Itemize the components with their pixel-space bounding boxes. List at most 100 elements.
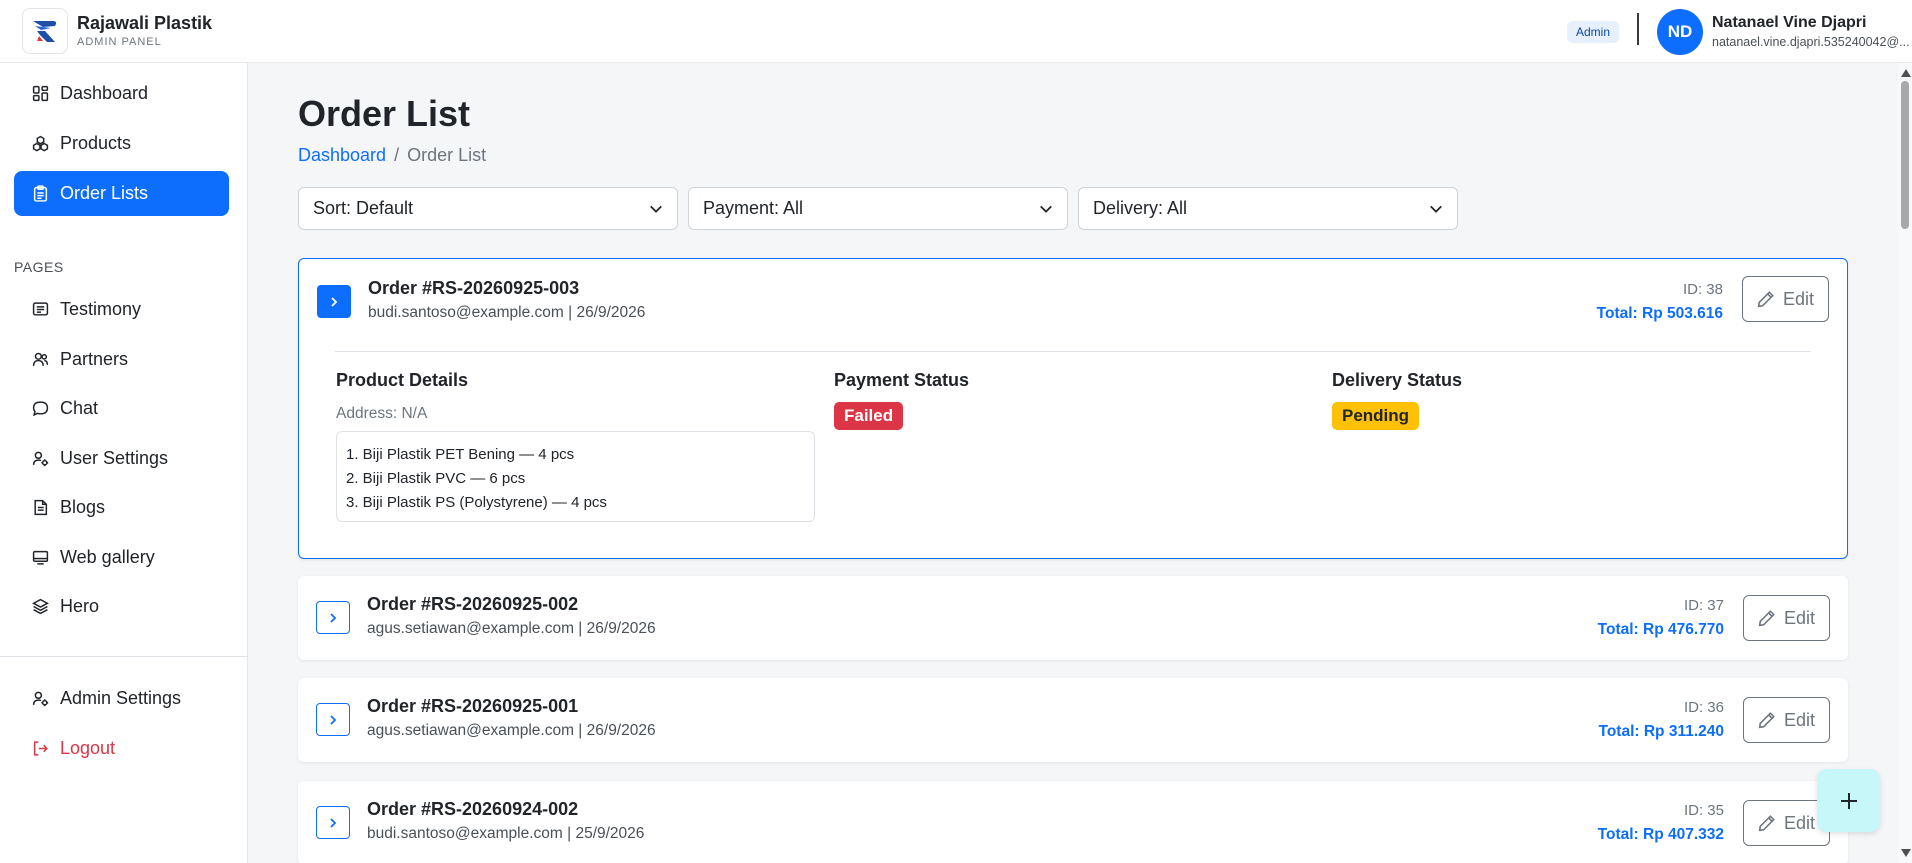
sidebar-item-label: Admin Settings <box>60 688 182 708</box>
order-total: Total: Rp 503.616 <box>1596 305 1723 322</box>
plus-icon <box>1840 792 1857 809</box>
chevron-right-icon <box>330 612 337 623</box>
list-item: 1. Biji Plastik PET Bening — 4 pcs <box>346 446 575 463</box>
payment-status-heading: Payment Status <box>834 370 970 390</box>
scrollbar-thumb[interactable] <box>1901 81 1909 229</box>
sidebar-item-label: Logout <box>60 738 116 758</box>
order-card: Order #RS-20260925-003 budi.santoso@exam… <box>298 258 1848 559</box>
order-title: Order #RS-20260925-001 <box>367 696 579 716</box>
list-item: 2. Biji Plastik PVC — 6 pcs <box>346 470 526 487</box>
order-items-list: 1. Biji Plastik PET Bening — 4 pcs 2. Bi… <box>336 431 815 522</box>
brand-name: Rajawali Plastik <box>77 12 213 33</box>
edit-button[interactable]: Edit <box>1742 276 1829 322</box>
order-total: Total: Rp 407.332 <box>1597 826 1724 843</box>
avatar[interactable]: ND <box>1657 8 1703 55</box>
sidebar-item-hero[interactable]: Hero <box>14 584 229 629</box>
order-total: Total: Rp 311.240 <box>1598 723 1724 740</box>
expand-toggle-button[interactable] <box>316 601 350 634</box>
sidebar-item-label: Web gallery <box>60 547 155 567</box>
user-info[interactable]: Natanael Vine Djapri natanael.vine.djapr… <box>1712 14 1912 49</box>
user-settings-icon <box>32 451 49 467</box>
details-divider <box>335 351 1811 352</box>
dashboard-icon <box>32 85 49 102</box>
sidebar-item-dashboard[interactable]: Dashboard <box>14 71 229 116</box>
add-order-fab-button[interactable] <box>1817 769 1880 832</box>
breadcrumb: Dashboard / Order List <box>298 145 486 166</box>
delivery-filter-select[interactable]: Delivery: All <box>1078 187 1458 230</box>
expand-toggle-button[interactable] <box>317 285 351 318</box>
chevron-down-icon <box>1040 205 1052 213</box>
page-title: Order List <box>298 93 471 134</box>
edit-button[interactable]: Edit <box>1743 697 1830 743</box>
delivery-status-heading: Delivery Status <box>1332 370 1463 390</box>
sidebar-item-user-settings[interactable]: User Settings <box>14 436 229 481</box>
sidebar-item-label: User Settings <box>60 448 169 468</box>
sidebar-item-order-lists[interactable]: Order Lists <box>14 171 229 216</box>
edit-button-label: Edit <box>1783 709 1816 730</box>
sort-select-value: Sort: Default <box>313 198 414 218</box>
gallery-icon <box>32 550 49 565</box>
breadcrumb-home-link[interactable]: Dashboard <box>298 145 386 165</box>
sort-select[interactable]: Sort: Default <box>298 187 678 230</box>
layers-icon <box>32 598 49 615</box>
sidebar: Dashboard Products Order Lists PAGES Tes… <box>0 63 248 863</box>
sidebar-item-chat[interactable]: Chat <box>14 386 229 431</box>
blogs-icon <box>34 499 48 516</box>
expand-toggle-button[interactable] <box>316 806 350 839</box>
pencil-icon <box>1758 610 1775 627</box>
logout-icon <box>33 741 48 756</box>
user-name: Natanael Vine Djapri <box>1712 14 1867 32</box>
sidebar-section-label: PAGES <box>14 259 64 275</box>
payment-filter-value: Payment: All <box>703 198 804 218</box>
chevron-down-icon <box>650 205 662 213</box>
vertical-scrollbar[interactable] <box>1898 63 1912 863</box>
pencil-icon <box>1758 712 1775 729</box>
brand-subtitle: ADMIN PANEL <box>77 36 162 49</box>
scroll-up-arrow-icon[interactable] <box>1901 69 1911 77</box>
sidebar-item-testimony[interactable]: Testimony <box>14 287 229 332</box>
sidebar-item-logout[interactable]: Logout <box>14 726 229 771</box>
brand[interactable]: Rajawali Plastik ADMIN PANEL <box>22 8 212 54</box>
breadcrumb-separator: / <box>394 145 400 165</box>
chevron-right-icon <box>330 817 337 828</box>
chat-icon <box>32 401 49 417</box>
payment-filter-select[interactable]: Payment: All <box>688 187 1068 230</box>
pencil-icon <box>1757 291 1774 308</box>
order-subtitle: budi.santoso@example.com | 26/9/2026 <box>368 304 646 321</box>
order-id: ID: 38 <box>1682 281 1723 298</box>
order-title: Order #RS-20260925-002 <box>367 594 579 614</box>
top-header: Rajawali Plastik ADMIN PANEL Admin ND Na… <box>0 0 1912 63</box>
sidebar-item-web-gallery[interactable]: Web gallery <box>14 535 229 580</box>
sidebar-divider <box>0 656 248 657</box>
clipboard-icon <box>33 185 48 202</box>
sidebar-item-products[interactable]: Products <box>14 121 229 166</box>
order-card: Order #RS-20260924-002 budi.santoso@exam… <box>298 781 1848 863</box>
sidebar-item-admin-settings[interactable]: Admin Settings <box>14 676 229 721</box>
sidebar-item-label: Products <box>60 133 132 153</box>
sidebar-item-partners[interactable]: Partners <box>14 337 229 382</box>
expand-toggle-button[interactable] <box>316 703 350 736</box>
order-id: ID: 37 <box>1683 597 1724 614</box>
order-title: Order #RS-20260924-002 <box>367 799 579 819</box>
delivery-filter-value: Delivery: All <box>1093 198 1188 218</box>
scroll-down-arrow-icon[interactable] <box>1901 849 1911 857</box>
partners-icon <box>32 352 49 366</box>
product-details-heading: Product Details <box>336 370 469 390</box>
brand-logo <box>22 8 68 54</box>
sidebar-item-label: Chat <box>60 398 99 418</box>
list-item: 3. Biji Plastik PS (Polystyrene) — 4 pcs <box>346 494 607 511</box>
sidebar-item-blogs[interactable]: Blogs <box>14 485 229 530</box>
order-subtitle: budi.santoso@example.com | 25/9/2026 <box>367 825 645 842</box>
order-card: Order #RS-20260925-002 agus.setiawan@exa… <box>298 576 1848 660</box>
edit-button-label: Edit <box>1783 607 1816 628</box>
order-id: ID: 35 <box>1683 802 1724 819</box>
edit-button-label: Edit <box>1783 812 1816 833</box>
breadcrumb-current: Order List <box>407 145 487 165</box>
order-subtitle: agus.setiawan@example.com | 26/9/2026 <box>367 722 656 739</box>
role-badge: Admin <box>1566 20 1619 43</box>
sidebar-item-label: Dashboard <box>60 83 149 103</box>
edit-button-label: Edit <box>1782 288 1815 309</box>
chevron-right-icon <box>330 714 337 725</box>
edit-button[interactable]: Edit <box>1743 595 1830 641</box>
sidebar-item-label: Hero <box>60 596 100 616</box>
